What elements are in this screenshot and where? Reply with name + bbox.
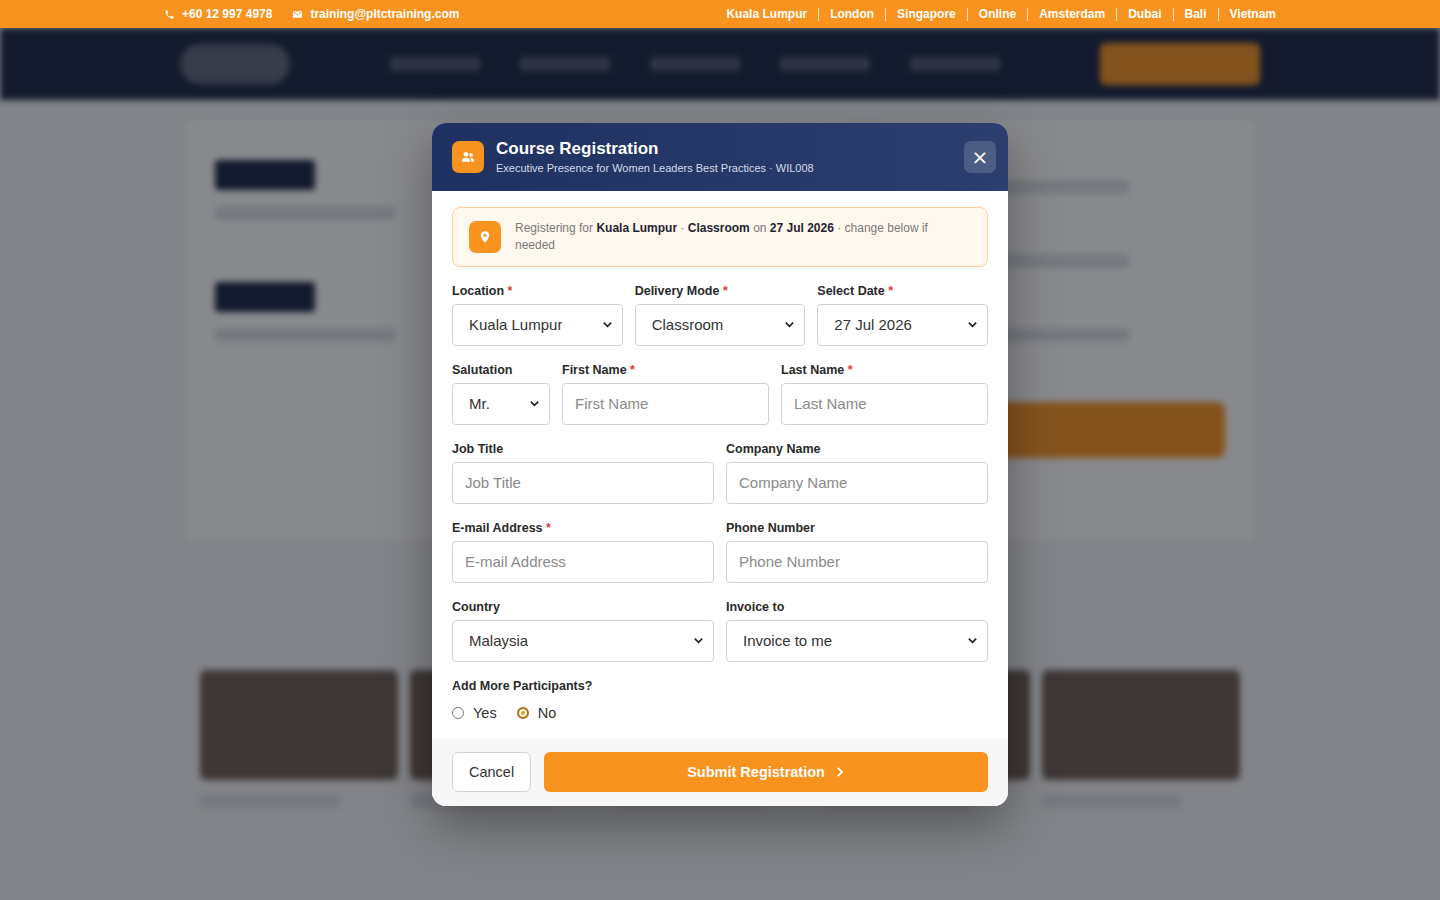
- select-field[interactable]: 27 Jul 2026: [817, 304, 988, 346]
- radio-icon[interactable]: [517, 707, 529, 719]
- location-link[interactable]: Amsterdam: [1027, 8, 1116, 21]
- form-field: Country Malaysia: [452, 601, 714, 662]
- location-link[interactable]: Vietnam: [1218, 8, 1276, 21]
- text-input[interactable]: [452, 462, 714, 504]
- field-label: Add More Participants?: [452, 680, 988, 693]
- participants-group: Add More Participants? Yes No: [452, 680, 988, 721]
- field-label: Last Name *: [781, 364, 988, 377]
- location-link[interactable]: Kuala Lumpur: [715, 8, 818, 21]
- form-field: Location * Kuala Lumpur: [452, 285, 623, 346]
- cancel-button[interactable]: Cancel: [452, 752, 531, 792]
- page: +60 12 997 4978 training@pltctraining.com…: [0, 0, 1440, 900]
- field-label: Salutation: [452, 364, 550, 377]
- field-label: Invoice to: [726, 601, 988, 614]
- text-input[interactable]: [726, 462, 988, 504]
- field-label: E-mail Address *: [452, 522, 714, 535]
- chevron-down-icon: [602, 319, 613, 330]
- form-field: Job Title: [452, 443, 714, 504]
- field-label: Phone Number: [726, 522, 988, 535]
- radio-option[interactable]: Yes: [452, 705, 497, 721]
- field-label: Country: [452, 601, 714, 614]
- chevron-down-icon: [693, 635, 704, 646]
- modal-overlay: Course Registration Executive Presence fo…: [0, 28, 1440, 900]
- location-pin-icon: [469, 221, 501, 253]
- form-field: Salutation Mr.: [452, 364, 550, 425]
- form-field: Select Date * 27 Jul 2026: [817, 285, 988, 346]
- radio-option[interactable]: No: [517, 705, 557, 721]
- field-label: First Name *: [562, 364, 769, 377]
- text-input[interactable]: [452, 541, 714, 583]
- chevron-down-icon: [967, 319, 978, 330]
- location-link[interactable]: Online: [967, 8, 1027, 21]
- form-field: Phone Number: [726, 522, 988, 583]
- email-link[interactable]: training@pltctraining.com: [292, 7, 459, 21]
- text-input[interactable]: [781, 383, 988, 425]
- close-button[interactable]: ×: [964, 141, 996, 173]
- users-icon: [452, 141, 484, 173]
- phone-link[interactable]: +60 12 997 4978: [164, 7, 272, 21]
- location-link[interactable]: Bali: [1173, 8, 1218, 21]
- modal-header: Course Registration Executive Presence fo…: [432, 123, 1008, 191]
- top-bar: +60 12 997 4978 training@pltctraining.com…: [0, 0, 1440, 28]
- select-field[interactable]: Invoice to me: [726, 620, 988, 662]
- chevron-right-icon: [835, 766, 845, 778]
- field-label: Location *: [452, 285, 623, 298]
- select-field[interactable]: Kuala Lumpur: [452, 304, 623, 346]
- submit-button[interactable]: Submit Registration: [544, 752, 988, 792]
- chevron-down-icon: [529, 398, 540, 409]
- field-label: Job Title: [452, 443, 714, 456]
- chevron-down-icon: [784, 319, 795, 330]
- modal-footer: Cancel Submit Registration: [432, 739, 1008, 806]
- field-label: Select Date *: [817, 285, 988, 298]
- location-link[interactable]: Singapore: [885, 8, 967, 21]
- mail-icon: [292, 9, 303, 20]
- form-field: First Name *: [562, 364, 769, 425]
- field-label: Company Name: [726, 443, 988, 456]
- text-input[interactable]: [726, 541, 988, 583]
- phone-icon: [164, 9, 175, 20]
- modal-title: Course Registration: [496, 139, 952, 159]
- form-field: Delivery Mode * Classroom: [635, 285, 806, 346]
- field-label: Delivery Mode *: [635, 285, 806, 298]
- text-input[interactable]: [562, 383, 769, 425]
- form-field: Invoice to Invoice to me: [726, 601, 988, 662]
- select-field[interactable]: Mr.: [452, 383, 550, 425]
- location-link[interactable]: London: [818, 8, 885, 21]
- chevron-down-icon: [967, 635, 978, 646]
- select-field[interactable]: Classroom: [635, 304, 806, 346]
- form-field: Last Name *: [781, 364, 988, 425]
- registration-notice: Registering for Kuala Lumpur · Classroom…: [452, 207, 988, 267]
- modal-subtitle: Executive Presence for Women Leaders Bes…: [496, 161, 952, 175]
- form-field: Company Name: [726, 443, 988, 504]
- form-field: E-mail Address *: [452, 522, 714, 583]
- select-field[interactable]: Malaysia: [452, 620, 714, 662]
- registration-modal: Course Registration Executive Presence fo…: [432, 123, 1008, 806]
- radio-icon[interactable]: [452, 707, 464, 719]
- location-link[interactable]: Dubai: [1116, 8, 1172, 21]
